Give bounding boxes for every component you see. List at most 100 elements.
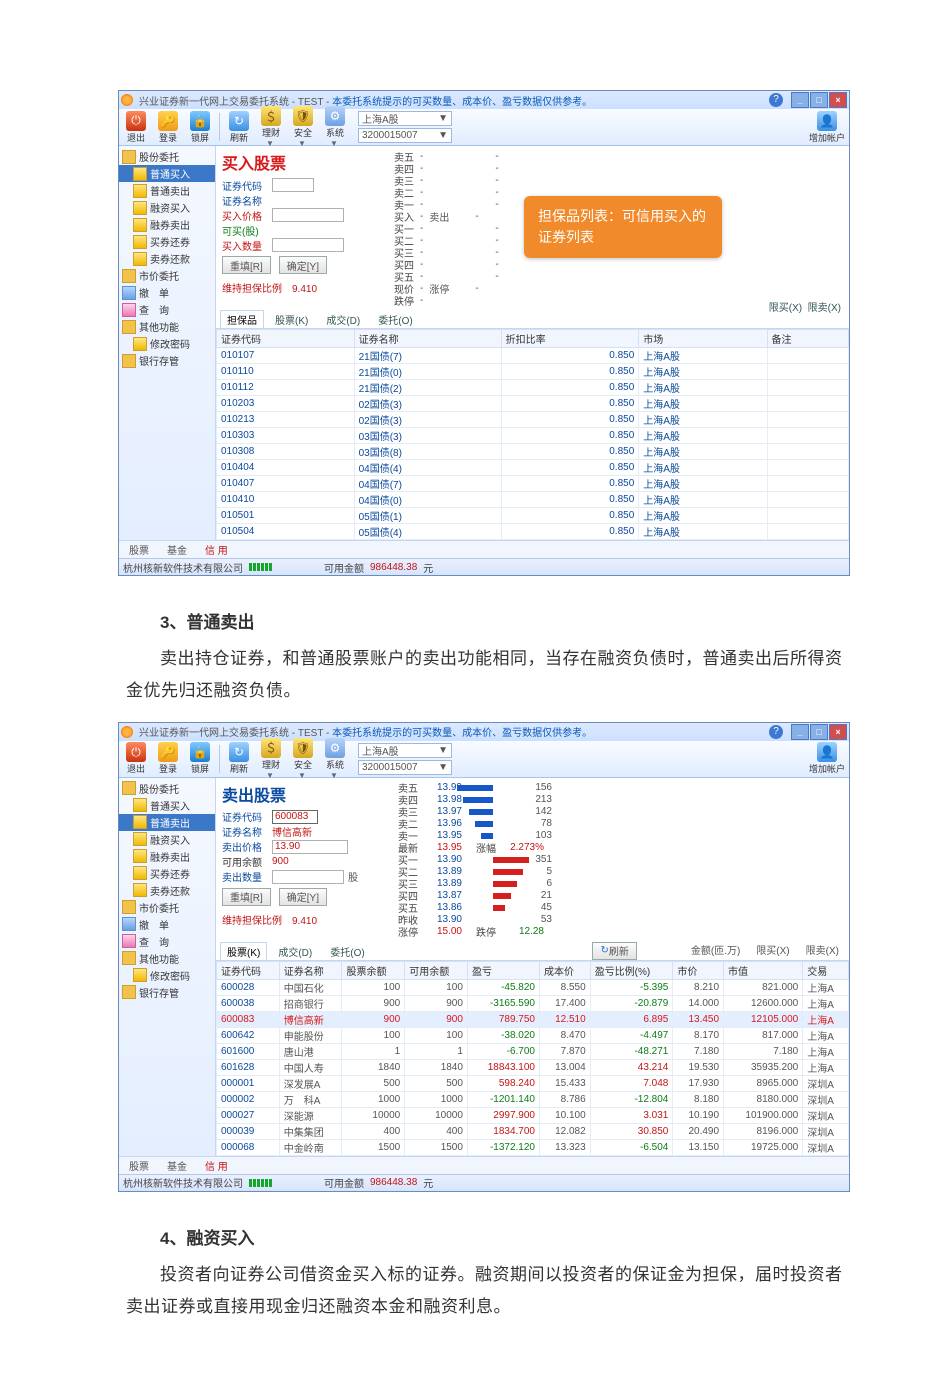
close-icon[interactable]: × bbox=[829, 724, 847, 740]
refresh-button[interactable]: ↻刷新 bbox=[226, 742, 252, 775]
account-select[interactable]: 3200015007▼ bbox=[358, 128, 452, 143]
column-header[interactable]: 折扣比率 bbox=[501, 330, 639, 348]
minimize-icon[interactable]: _ bbox=[791, 724, 809, 740]
column-header[interactable]: 市场 bbox=[639, 330, 767, 348]
exit-button[interactable]: ⏻退出 bbox=[123, 111, 149, 144]
table-row[interactable]: 01040404国债(4)0.850上海A股 bbox=[217, 460, 849, 476]
tab-order[interactable]: 委托(O) bbox=[323, 942, 371, 960]
login-button[interactable]: 🔑登录 bbox=[155, 111, 181, 144]
column-header[interactable]: 证券代码 bbox=[217, 961, 280, 979]
table-row[interactable]: 01040704国债(7)0.850上海A股 bbox=[217, 476, 849, 492]
add-account-button[interactable]: 👤增加帐户 bbox=[809, 111, 845, 144]
table-row[interactable]: 600083博信高新900900789.75012.5106.89513.450… bbox=[217, 1011, 849, 1027]
table-row[interactable]: 01021302国债(3)0.850上海A股 bbox=[217, 412, 849, 428]
sidebar-item-return-sec[interactable]: 买券还券 bbox=[119, 865, 215, 882]
table-row[interactable]: 01011021国债(0)0.850上海A股 bbox=[217, 364, 849, 380]
price-input[interactable] bbox=[272, 208, 344, 222]
qty-input[interactable] bbox=[272, 238, 344, 252]
maximize-icon[interactable]: □ bbox=[810, 724, 828, 740]
column-header[interactable]: 交易 bbox=[803, 961, 849, 979]
bottom-tab-fund[interactable]: 基金 bbox=[161, 542, 193, 557]
sidebar-item-return-cash[interactable]: 卖券还款 bbox=[119, 882, 215, 899]
column-header[interactable]: 盈亏比例(%) bbox=[590, 961, 673, 979]
tab-deal[interactable]: 成交(D) bbox=[319, 310, 367, 328]
help-icon[interactable]: ? bbox=[769, 725, 783, 739]
sys-button[interactable]: ⚙系统▼ bbox=[322, 106, 348, 148]
close-icon[interactable]: × bbox=[829, 92, 847, 108]
table-row[interactable]: 01030803国债(8)0.850上海A股 bbox=[217, 444, 849, 460]
sidebar-root-other[interactable]: 其他功能 bbox=[119, 950, 215, 967]
table-row[interactable]: 601600唐山港11-6.7007.870-48.2717.1807.180上… bbox=[217, 1043, 849, 1059]
sidebar-item-password[interactable]: 修改密码 bbox=[119, 335, 215, 352]
sidebar-item-margin-buy[interactable]: 融资买入 bbox=[119, 199, 215, 216]
table-row[interactable]: 01011221国债(2)0.850上海A股 bbox=[217, 380, 849, 396]
sidebar-root[interactable]: 股份委托 bbox=[119, 780, 215, 797]
sidebar-root-market[interactable]: 市价委托 bbox=[119, 899, 215, 916]
column-header[interactable]: 盈亏 bbox=[467, 961, 539, 979]
sidebar-item-cancel[interactable]: 撤 单 bbox=[119, 916, 215, 933]
limit-sell-label[interactable]: 限卖(X) bbox=[800, 942, 845, 960]
table-row[interactable]: 01010721国债(7)0.850上海A股 bbox=[217, 348, 849, 364]
table-row[interactable]: 000039中集集团4004001834.70012.08230.85020.4… bbox=[217, 1123, 849, 1139]
market-select[interactable]: 上海A股▼ bbox=[358, 111, 452, 126]
add-account-button[interactable]: 👤增加帐户 bbox=[809, 742, 845, 775]
table-row[interactable]: 01020302国债(3)0.850上海A股 bbox=[217, 396, 849, 412]
safe-button[interactable]: 🛡安全▼ bbox=[290, 106, 316, 148]
column-header[interactable]: 备注 bbox=[767, 330, 848, 348]
column-header[interactable]: 市值 bbox=[724, 961, 803, 979]
sys-button[interactable]: ⚙系统▼ bbox=[322, 738, 348, 780]
column-header[interactable]: 证券名称 bbox=[354, 330, 501, 348]
sidebar-item-query[interactable]: 查 询 bbox=[119, 301, 215, 318]
limit-buy-label[interactable]: 限买(X) bbox=[750, 942, 795, 960]
sidebar-root-bank[interactable]: 银行存管 bbox=[119, 984, 215, 1001]
refresh-button[interactable]: ↻刷新 bbox=[592, 942, 636, 960]
maximize-icon[interactable]: □ bbox=[810, 92, 828, 108]
minimize-icon[interactable]: _ bbox=[791, 92, 809, 108]
tab-deal[interactable]: 成交(D) bbox=[271, 942, 319, 960]
code-input[interactable] bbox=[272, 178, 314, 192]
sidebar-item-query[interactable]: 查 询 bbox=[119, 933, 215, 950]
market-select[interactable]: 上海A股▼ bbox=[358, 743, 452, 758]
safe-button[interactable]: 🛡安全▼ bbox=[290, 738, 316, 780]
sidebar-root-other[interactable]: 其他功能 bbox=[119, 318, 215, 335]
sidebar-item-sell[interactable]: 普通卖出 bbox=[119, 814, 215, 831]
lock-button[interactable]: 🔒锁屏 bbox=[187, 111, 213, 144]
login-button[interactable]: 🔑登录 bbox=[155, 742, 181, 775]
code-input[interactable]: 600083 bbox=[272, 810, 318, 824]
table-row[interactable]: 000068中金岭南15001500-1372.12013.323-6.5041… bbox=[217, 1139, 849, 1155]
table-row[interactable]: 600028中国石化100100-45.8208.550-5.3958.2108… bbox=[217, 979, 849, 995]
price-input[interactable]: 13.90 bbox=[272, 840, 348, 854]
sidebar-item-margin-sell[interactable]: 融券卖出 bbox=[119, 848, 215, 865]
reset-button[interactable]: 重填[R] bbox=[222, 888, 271, 906]
sidebar-item-buy[interactable]: 普通买入 bbox=[119, 797, 215, 814]
column-header[interactable]: 证券名称 bbox=[279, 961, 342, 979]
tab-collateral[interactable]: 担保品 bbox=[220, 310, 264, 328]
table-row[interactable]: 01050105国债(1)0.850上海A股 bbox=[217, 508, 849, 524]
tab-limit-sell[interactable]: 限卖(X) bbox=[808, 303, 841, 314]
sidebar-item-password[interactable]: 修改密码 bbox=[119, 967, 215, 984]
sidebar-root[interactable]: 股份委托 bbox=[119, 148, 215, 165]
confirm-button[interactable]: 确定[Y] bbox=[279, 256, 327, 274]
column-header[interactable]: 市价 bbox=[673, 961, 724, 979]
tab-limit-buy[interactable]: 限买(X) bbox=[769, 303, 802, 314]
table-row[interactable]: 600038招商银行900900-3165.59017.400-20.87914… bbox=[217, 995, 849, 1011]
qty-input[interactable] bbox=[272, 870, 344, 884]
bottom-tab-credit[interactable]: 信 用 bbox=[199, 542, 234, 557]
help-icon[interactable]: ? bbox=[769, 93, 783, 107]
table-row[interactable]: 600642申能股份100100-38.0208.470-4.4978.1708… bbox=[217, 1027, 849, 1043]
sidebar-root-bank[interactable]: 银行存管 bbox=[119, 352, 215, 369]
reset-button[interactable]: 重填[R] bbox=[222, 256, 271, 274]
sidebar-item-buy[interactable]: 普通买入 bbox=[119, 165, 215, 182]
table-row[interactable]: 01030303国债(3)0.850上海A股 bbox=[217, 428, 849, 444]
sidebar-item-margin-sell[interactable]: 融券卖出 bbox=[119, 216, 215, 233]
sidebar-item-return-cash[interactable]: 卖券还款 bbox=[119, 250, 215, 267]
column-header[interactable]: 股票余额 bbox=[342, 961, 405, 979]
bottom-tab-fund[interactable]: 基金 bbox=[161, 1158, 193, 1173]
tab-stock[interactable]: 股票(K) bbox=[220, 942, 267, 960]
table-row[interactable]: 601628中国人寿1840184018843.10013.00443.2141… bbox=[217, 1059, 849, 1075]
sidebar-item-return-sec[interactable]: 买券还券 bbox=[119, 233, 215, 250]
bottom-tab-credit[interactable]: 信 用 bbox=[199, 1158, 234, 1173]
table-row[interactable]: 000027深能源10000100002997.90010.1003.03110… bbox=[217, 1107, 849, 1123]
table-row[interactable]: 01041004国债(0)0.850上海A股 bbox=[217, 492, 849, 508]
sidebar-item-sell[interactable]: 普通卖出 bbox=[119, 182, 215, 199]
